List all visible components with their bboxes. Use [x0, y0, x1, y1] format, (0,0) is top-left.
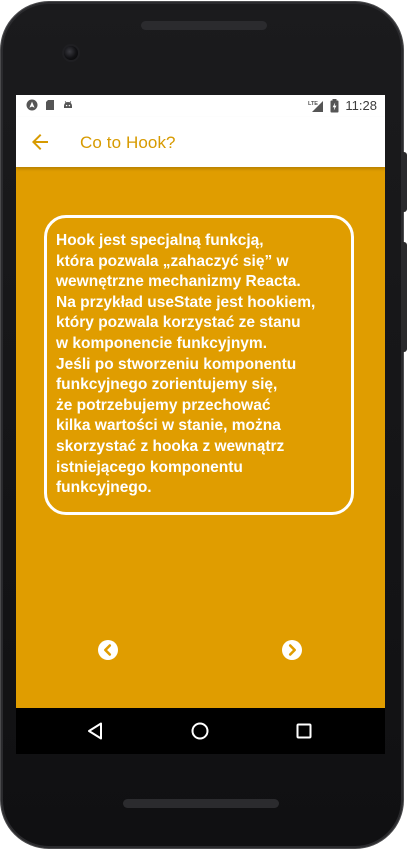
android-auto-icon — [26, 99, 38, 111]
status-time: 11:28 — [345, 98, 377, 113]
battery-charging-icon — [330, 98, 339, 112]
signal-lte-icon: LTE — [308, 100, 324, 112]
page-title: Co to Hook? — [80, 133, 176, 152]
status-notification-icons — [26, 99, 74, 111]
status-system-icons: LTE 11:28 — [308, 98, 377, 113]
sd-card-icon — [46, 100, 54, 110]
volume-button — [402, 242, 407, 352]
next-button[interactable] — [282, 640, 302, 660]
status-bar: LTE 11:28 — [16, 95, 385, 117]
page: LTE 11:28 Co to Hook? Hook jest specjaln… — [0, 0, 407, 849]
app-screen: LTE 11:28 Co to Hook? Hook jest specjaln… — [16, 95, 385, 708]
front-camera — [64, 46, 78, 60]
arrow-back-icon[interactable] — [28, 130, 52, 154]
nav-back-triangle-icon[interactable] — [84, 719, 108, 743]
nav-home-circle-icon[interactable] — [188, 719, 212, 743]
bottom-speaker-grille — [123, 799, 279, 808]
power-button — [402, 152, 407, 212]
system-navigation-bar — [16, 708, 385, 754]
nav-recents-square-icon[interactable] — [292, 719, 316, 743]
app-bar: Co to Hook? — [16, 117, 385, 167]
chevron-left-circle-icon — [104, 644, 112, 656]
chevron-right-circle-icon — [288, 644, 296, 656]
android-robot-icon — [64, 101, 72, 108]
svg-text:LTE: LTE — [308, 101, 318, 107]
card-text: Hook jest specjalną funkcją, która pozwa… — [56, 232, 316, 497]
previous-button[interactable] — [98, 640, 118, 660]
top-speaker-grille — [141, 21, 267, 30]
